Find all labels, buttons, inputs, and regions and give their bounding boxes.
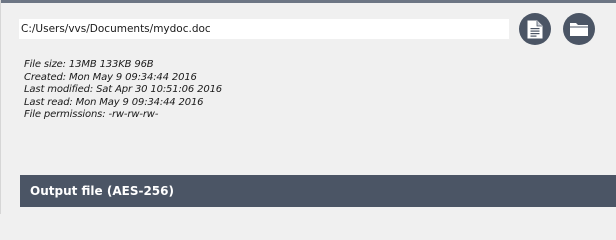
document-icon <box>527 20 543 38</box>
file-info-block: File size: 13MB 133KB 96B Created: Mon M… <box>24 59 222 122</box>
last-modified-text: Last modified: Sat Apr 30 10:51:06 2016 <box>24 84 222 95</box>
output-file-header: Output file (AES-256) <box>20 175 616 207</box>
last-read-text: Last read: Mon May 9 09:34:44 2016 <box>24 96 204 108</box>
file-size-text: File size: 13MB 133KB 96B <box>24 59 154 70</box>
open-file-button[interactable] <box>519 13 551 45</box>
created-text: Created: Mon May 9 09:34:44 2016 <box>24 71 197 83</box>
file-path-input[interactable] <box>19 19 509 39</box>
folder-icon <box>570 23 588 36</box>
open-folder-button[interactable] <box>563 13 595 45</box>
file-permissions-text: File permissions: -rw-rw-rw- <box>24 109 159 120</box>
top-border <box>1 0 616 3</box>
app-window: File size: 13MB 133KB 96B Created: Mon M… <box>0 0 616 214</box>
